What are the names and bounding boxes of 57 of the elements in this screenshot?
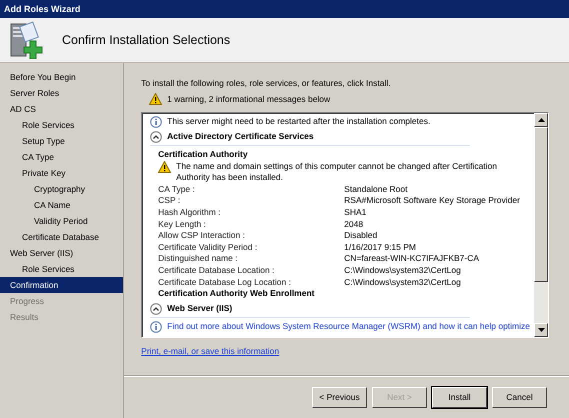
- property-label: Distinguished name :: [158, 253, 239, 265]
- sidebar-item[interactable]: Cryptography: [0, 181, 124, 197]
- info-message: This server might need to be restarted after the installation completes.: [167, 116, 432, 128]
- wizard-button[interactable]: < Previous: [312, 386, 367, 408]
- property-value: SHA1: [344, 206, 366, 219]
- sidebar-item[interactable]: Web Server (IIS): [0, 245, 124, 261]
- property-label: CSP :: [158, 195, 182, 207]
- property-label: Hash Algorithm :: [158, 206, 222, 219]
- sidebar-item[interactable]: Server Roles: [0, 85, 124, 101]
- sidebar-item[interactable]: Before You Begin: [0, 69, 124, 85]
- collapse-icon[interactable]: [150, 131, 162, 143]
- section-heading: Web Server (IIS): [167, 302, 232, 314]
- property-value: C:\Windows\system32\CertLog: [344, 276, 461, 288]
- scroll-up-icon[interactable]: [534, 113, 548, 127]
- warning-icon: [149, 93, 162, 105]
- sidebar-item[interactable]: Certificate Database: [0, 229, 124, 245]
- sidebar-item[interactable]: Private Key: [0, 165, 124, 181]
- property-value: C:\Windows\system32\CertLog: [344, 264, 461, 277]
- property-label: Certificate Database Location :: [158, 264, 276, 277]
- window-title: Add Roles Wizard: [4, 4, 80, 14]
- sidebar-item[interactable]: Confirmation: [0, 277, 124, 293]
- property-label: Allow CSP Interaction :: [158, 230, 246, 242]
- info-icon: [150, 116, 162, 128]
- property-label: Certificate Database Log Location :: [158, 276, 292, 288]
- wsrm-info-link[interactable]: Find out more about Windows System Resource Manager (WSRM) and how it can help optimize: [167, 320, 530, 332]
- subsection-heading: Certification Authority: [158, 149, 248, 161]
- info-icon: [150, 320, 162, 333]
- print-email-save-link[interactable]: Print, e-mail, or save this information: [141, 346, 280, 356]
- scroll-down-icon[interactable]: [534, 323, 548, 337]
- page-heading: Confirm Installation Selections: [62, 33, 230, 47]
- property-value: CN=fareast-WIN-KC7IFAJFKB7-CA: [344, 253, 480, 265]
- sidebar-item[interactable]: Setup Type: [0, 133, 124, 149]
- property-label: Certificate Validity Period :: [158, 242, 258, 254]
- scroll-thumb[interactable]: [534, 127, 548, 282]
- property-label: Key Length :: [158, 218, 207, 230]
- warning-icon: [158, 160, 172, 173]
- sidebar-item[interactable]: CA Name: [0, 197, 124, 213]
- collapse-icon[interactable]: [150, 302, 162, 315]
- scrollbar[interactable]: [534, 113, 548, 337]
- section-heading: Active Directory Certificate Services: [167, 131, 314, 143]
- instruction-text: To install the following roles, role services, or features, click Install.: [141, 77, 392, 90]
- wizard-button[interactable]: Cancel: [492, 386, 547, 408]
- subsection-heading: Certification Authority Web Enrollment: [158, 288, 314, 300]
- property-label: CA Type :: [158, 184, 196, 196]
- property-value: 1/16/2017 9:15 PM: [344, 242, 416, 254]
- sidebar-item[interactable]: AD CS: [0, 101, 124, 117]
- property-value: Disabled: [344, 230, 378, 242]
- sidebar-item[interactable]: CA Type: [0, 149, 124, 165]
- sidebar-item[interactable]: Role Services: [0, 261, 124, 277]
- summary-text: 1 warning, 2 informational messages below: [167, 94, 330, 104]
- wizard-button[interactable]: Install: [432, 386, 487, 408]
- property-value: RSA#Microsoft Software Key Storage Provider: [344, 195, 520, 207]
- sidebar-item[interactable]: Validity Period: [0, 213, 124, 229]
- warning-message: The name and domain settings of this computer cannot be changed after Certification Authority has been installed.: [176, 160, 498, 184]
- property-value: Standalone Root: [344, 184, 408, 196]
- property-value: 2048: [344, 218, 364, 230]
- sidebar-item[interactable]: Role Services: [0, 117, 124, 133]
